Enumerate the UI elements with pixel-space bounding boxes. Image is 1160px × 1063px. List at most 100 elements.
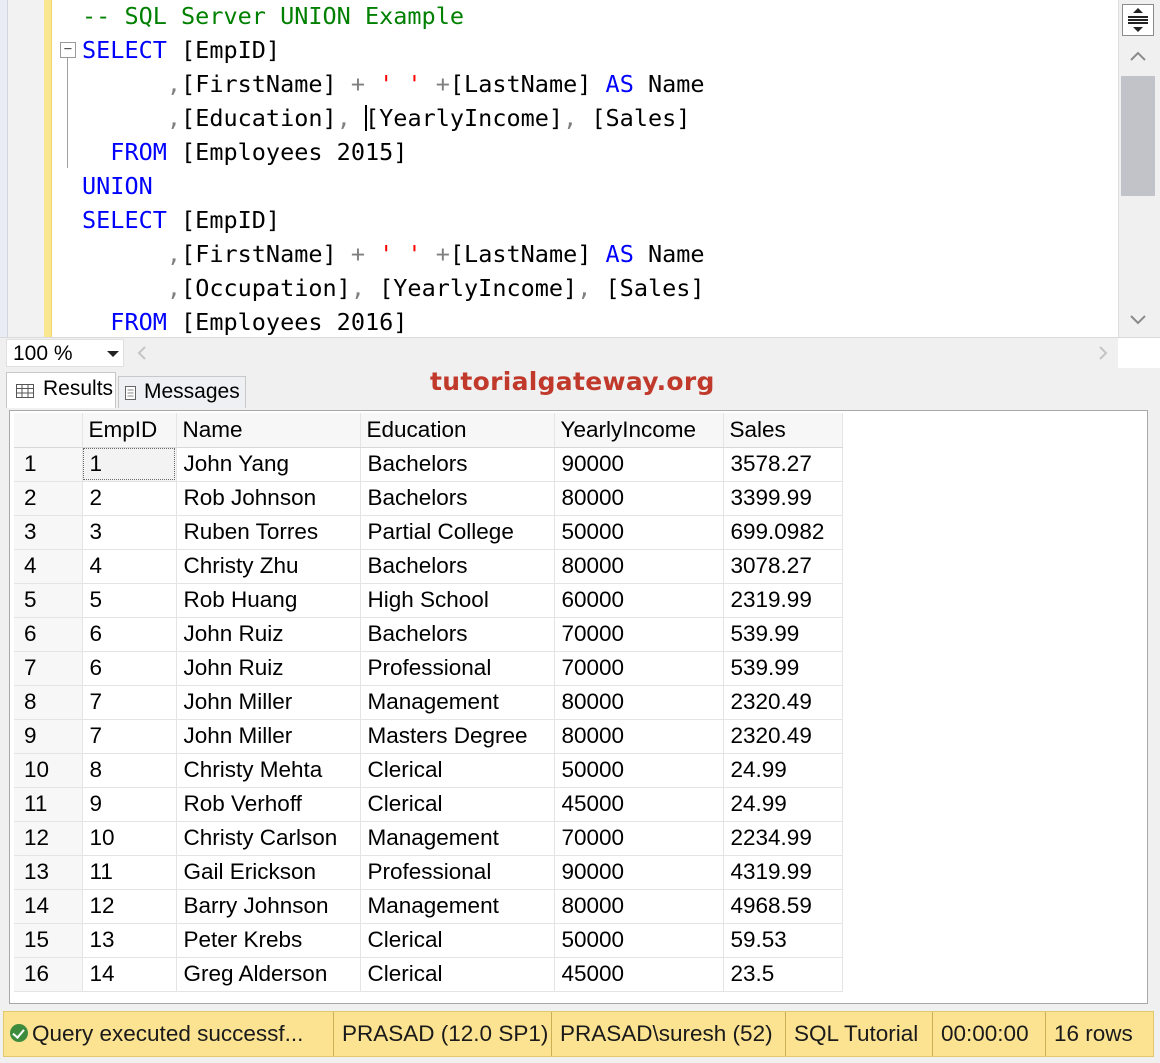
grid-cell[interactable]: 90000 [554, 447, 724, 482]
grid-cell[interactable]: John Ruiz [176, 617, 361, 652]
row-number[interactable]: 5 [14, 583, 83, 618]
grid-cell[interactable]: Professional [360, 855, 555, 890]
grid-cell[interactable]: 2234.99 [723, 821, 843, 856]
grid-cell[interactable]: Ruben Torres [176, 515, 361, 550]
code-line[interactable]: -- SQL Server UNION Example [82, 0, 1112, 33]
grid-cell[interactable]: 4 [82, 549, 177, 584]
table-row[interactable]: 14 12 Barry Johnson Management 80000 4968.59 [14, 889, 843, 924]
scroll-left-icon[interactable] [134, 345, 150, 361]
grid-cell[interactable]: Masters Degree [360, 719, 555, 754]
grid-cell[interactable]: 12 [82, 889, 177, 924]
grid-cell[interactable]: 80000 [554, 719, 724, 754]
grid-cell[interactable]: 5 [82, 583, 177, 618]
code-line[interactable]: FROM [Employees 2015] [82, 135, 1112, 169]
grid-cell[interactable]: 13 [82, 923, 177, 958]
row-number[interactable]: 4 [14, 549, 83, 584]
grid-cell[interactable]: 3399.99 [723, 481, 843, 516]
grid-cell[interactable]: 11 [82, 855, 177, 890]
grid-cell[interactable]: Christy Zhu [176, 549, 361, 584]
grid-cell[interactable]: 1 [82, 447, 177, 482]
code-line[interactable]: SELECT [EmpID] [82, 33, 1112, 67]
grid-cell[interactable]: Christy Carlson [176, 821, 361, 856]
grid-cell[interactable]: 45000 [554, 787, 724, 822]
grid-cell[interactable]: 80000 [554, 481, 724, 516]
column-header[interactable]: YearlyIncome [554, 413, 724, 448]
scroll-right-icon[interactable] [1095, 345, 1111, 361]
grid-cell[interactable]: Bachelors [360, 549, 555, 584]
grid-cell[interactable]: 50000 [554, 923, 724, 958]
grid-cell[interactable]: 539.99 [723, 651, 843, 686]
row-number[interactable]: 10 [14, 753, 83, 788]
grid-cell[interactable]: 10 [82, 821, 177, 856]
code-line[interactable]: ,[Occupation], [YearlyIncome], [Sales] [82, 271, 1112, 305]
column-header[interactable]: EmpID [82, 413, 177, 448]
grid-cell[interactable]: High School [360, 583, 555, 618]
grid-cell[interactable]: John Miller [176, 685, 361, 720]
grid-cell[interactable]: 699.0982 [723, 515, 843, 550]
row-number[interactable]: 8 [14, 685, 83, 720]
table-row[interactable]: 8 7 John Miller Management 80000 2320.49 [14, 685, 843, 720]
grid-cell[interactable]: 14 [82, 957, 177, 992]
grid-cell[interactable]: 7 [82, 719, 177, 754]
grid-corner-header[interactable] [14, 413, 83, 448]
grid-cell[interactable]: 8 [82, 753, 177, 788]
code-line[interactable]: UNION [82, 169, 1112, 203]
table-row[interactable]: 5 5 Rob Huang High School 60000 2319.99 [14, 583, 843, 618]
table-row[interactable]: 4 4 Christy Zhu Bachelors 80000 3078.27 [14, 549, 843, 584]
editor-vertical-scrollbar[interactable] [1118, 0, 1160, 337]
grid-cell[interactable]: John Miller [176, 719, 361, 754]
grid-cell[interactable]: 4319.99 [723, 855, 843, 890]
grid-cell[interactable]: Bachelors [360, 481, 555, 516]
table-row[interactable]: 13 11 Gail Erickson Professional 90000 4319.9… [14, 855, 843, 890]
grid-cell[interactable]: 50000 [554, 753, 724, 788]
grid-cell[interactable]: 24.99 [723, 753, 843, 788]
table-row[interactable]: 7 6 John Ruiz Professional 70000 539.99 [14, 651, 843, 686]
grid-cell[interactable]: Bachelors [360, 447, 555, 482]
grid-cell[interactable]: Clerical [360, 753, 555, 788]
grid-cell[interactable]: Professional [360, 651, 555, 686]
code-line[interactable]: SELECT [EmpID] [82, 203, 1112, 237]
grid-cell[interactable]: 70000 [554, 617, 724, 652]
grid-cell[interactable]: 2 [82, 481, 177, 516]
table-row[interactable]: 2 2 Rob Johnson Bachelors 80000 3399.99 [14, 481, 843, 516]
collapse-toggle-icon[interactable]: − [60, 42, 76, 58]
row-number[interactable]: 11 [14, 787, 83, 822]
zoom-select[interactable]: 100 % [6, 339, 124, 367]
grid-cell[interactable]: Management [360, 889, 555, 924]
grid-cell[interactable]: 2320.49 [723, 685, 843, 720]
table-row[interactable]: 12 10 Christy Carlson Management 70000 2234.9… [14, 821, 843, 856]
row-number[interactable]: 2 [14, 481, 83, 516]
grid-cell[interactable]: 90000 [554, 855, 724, 890]
row-number[interactable]: 12 [14, 821, 83, 856]
tab-results[interactable]: Results [6, 372, 116, 408]
grid-cell[interactable]: Rob Johnson [176, 481, 361, 516]
grid-cell[interactable]: Rob Huang [176, 583, 361, 618]
table-row[interactable]: 16 14 Greg Alderson Clerical 45000 23.5 [14, 957, 843, 992]
split-view-icon[interactable] [1122, 4, 1154, 36]
grid-cell[interactable]: 3078.27 [723, 549, 843, 584]
grid-cell[interactable]: 70000 [554, 821, 724, 856]
table-row[interactable]: 6 6 John Ruiz Bachelors 70000 539.99 [14, 617, 843, 652]
grid-cell[interactable]: Christy Mehta [176, 753, 361, 788]
code-line[interactable]: FROM [Employees 2016] [82, 305, 1112, 337]
code-line[interactable]: ,[Education], [YearlyIncome], [Sales] [82, 101, 1112, 135]
grid-cell[interactable]: 6 [82, 617, 177, 652]
grid-cell[interactable]: 59.53 [723, 923, 843, 958]
query-editor[interactable]: − -- SQL Server UNION Example SELECT [Emp… [0, 0, 1160, 337]
grid-cell[interactable]: 4968.59 [723, 889, 843, 924]
editor-scroll-thumb[interactable] [1121, 76, 1155, 196]
grid-cell[interactable]: 3 [82, 515, 177, 550]
grid-cell[interactable]: Clerical [360, 923, 555, 958]
grid-cell[interactable]: Rob Verhoff [176, 787, 361, 822]
table-row[interactable]: 1 1 John Yang Bachelors 90000 3578.27 [14, 447, 843, 482]
grid-cell[interactable]: Management [360, 821, 555, 856]
results-grid[interactable]: EmpID Name Education YearlyIncome Sales 1 1 Jo… [14, 413, 843, 992]
grid-cell[interactable]: 539.99 [723, 617, 843, 652]
row-number[interactable]: 6 [14, 617, 83, 652]
column-header[interactable]: Sales [723, 413, 843, 448]
scroll-up-icon[interactable] [1128, 46, 1148, 66]
row-number[interactable]: 3 [14, 515, 83, 550]
grid-cell[interactable]: 80000 [554, 889, 724, 924]
grid-cell[interactable]: Peter Krebs [176, 923, 361, 958]
table-row[interactable]: 3 3 Ruben Torres Partial College 50000 699.09… [14, 515, 843, 550]
